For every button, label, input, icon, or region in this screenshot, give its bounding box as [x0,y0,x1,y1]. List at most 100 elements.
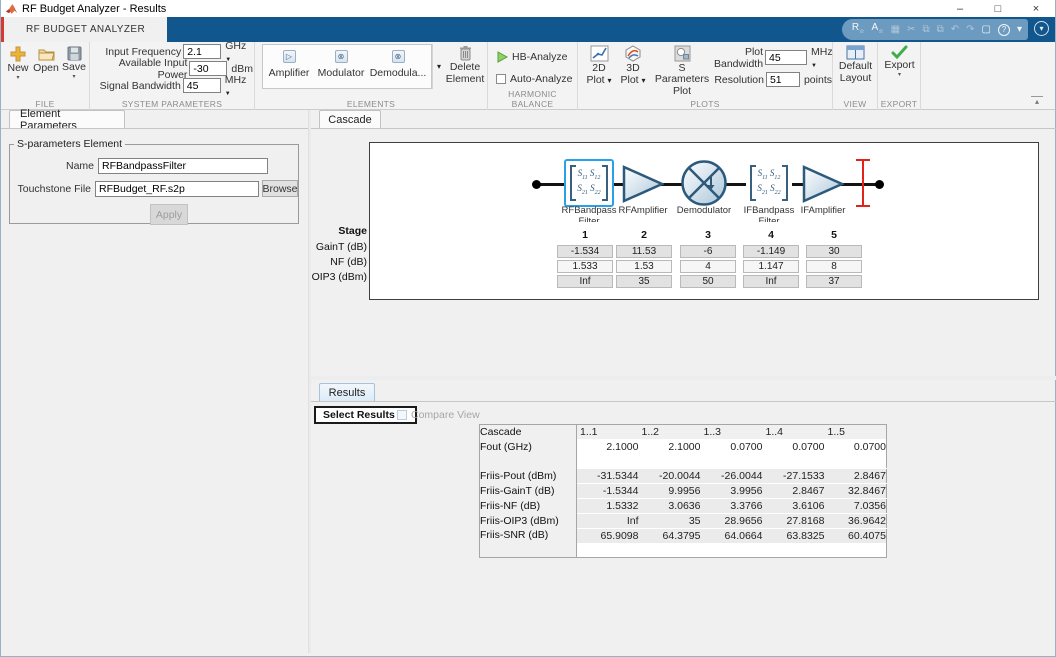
star-icon: ☆ [878,29,883,35]
open-button[interactable]: Open [33,46,59,74]
oip3-cell[interactable]: Inf [743,275,799,288]
paste-icon[interactable]: ⧉ [937,19,944,40]
element-rfamplifier[interactable] [622,164,664,204]
tab-rf-budget-analyzer[interactable]: RF BUDGET ANALYZER [4,17,167,42]
nf-cell[interactable]: 1.147 [743,260,799,273]
demodulator-icon: ⊗ [392,50,405,63]
open-folder-icon [38,46,55,62]
s-parameters-element-group: S-parameters Element Name Touchstone Fil… [9,138,299,224]
section-elements: ▷ Amplifier ⊗ Modulator ⊗ Demodula... ▾ [255,42,488,110]
collapse-ribbon-icon[interactable]: ▴ [1031,96,1043,106]
delete-element-button[interactable]: Delete Element [443,45,487,85]
toolbar-overflow-icon[interactable]: ▾ [1034,21,1049,36]
maximize-button[interactable]: □ [979,0,1017,17]
gain-cell[interactable]: -1.534 [557,245,613,258]
plot-bandwidth-field[interactable] [765,50,807,65]
nf-cell[interactable]: 4 [680,260,736,273]
nf-cell[interactable]: 8 [806,260,862,273]
element-parameters-panel: Element Parameters S-parameters Element … [1,110,308,653]
section-label-export: EXPORT [878,99,920,109]
modulator-button[interactable]: ⊗ Modulator [315,45,367,88]
oip3-cell[interactable]: 35 [616,275,672,288]
trash-icon [458,45,473,61]
table-row-friis-oip3: Friis-OIP3 (dBm) Inf 35 28.9656 27.8168 … [480,513,887,528]
default-layout-button[interactable]: Default Layout [836,45,875,84]
chevron-down-icon: ▾ [72,74,75,80]
redo-icon[interactable]: ↷ [966,19,974,40]
name-field[interactable] [98,158,268,174]
window-layout-icon[interactable]: ▢ [982,19,991,40]
close-button[interactable]: × [1017,0,1055,17]
oip3-cell[interactable]: 50 [680,275,736,288]
output-node [875,180,884,189]
minimize-button[interactable]: – [941,0,979,17]
resolution-field[interactable] [766,72,800,87]
element-ifamplifier[interactable] [802,164,844,204]
amplifier-button[interactable]: ▷ Amplifier [263,45,315,88]
table-row-friis-pout: Friis-Pout (dBm) -31.5344 -20.0044 -26.0… [480,469,887,484]
gain-cell[interactable]: -6 [680,245,736,258]
element-rfbandpassfilter[interactable]: S11 S12 S21 S22 [564,159,614,207]
plot-bandwidth-unit-dropdown[interactable]: MHz ▼ [811,46,833,70]
chevron-down-icon: ▾ [608,76,612,85]
input-frequency-unit-dropdown[interactable]: GHz ▼ [225,40,253,64]
new-button[interactable]: New ▾ [5,46,31,81]
signal-bandwidth-field[interactable] [183,78,221,93]
export-button[interactable]: Export ▾ [881,45,918,78]
2d-plot-button[interactable]: 2D Plot ▾ [584,45,614,86]
layout-grid-icon [846,45,865,60]
input-frequency-field[interactable] [183,44,221,59]
element-label: IFAmplifier [788,205,858,216]
3d-plot-button[interactable]: 3D Plot ▾ [618,45,648,86]
ribbon: New ▾ Open Save ▾ FILE [1,42,1055,110]
nf-cell[interactable]: 1.53 [616,260,672,273]
save-icon[interactable]: ▦ [891,19,900,40]
gain-cell[interactable]: 30 [806,245,862,258]
demodulator-button[interactable]: ⊗ Demodula... [367,45,429,88]
gain-cell[interactable]: 11.53 [616,245,672,258]
value-cell: 27.8168 [763,513,825,528]
results-panel: Results Select Results ▼ Compare View Ca… [311,380,1056,653]
signal-bandwidth-unit-dropdown[interactable]: MHz ▼ [225,74,253,98]
bracket-right [602,165,608,201]
value-cell: 35 [639,513,701,528]
section-file: New ▾ Open Save ▾ FILE [1,42,90,110]
tab-element-parameters[interactable]: Element Parameters [9,110,125,128]
element-ifbandpassfilter[interactable]: S11 S12 S21 S22 [746,159,792,207]
compare-view-checkbox[interactable]: Compare View [397,409,480,421]
tab-results[interactable]: Results [319,383,375,401]
copy-icon[interactable]: ⧉ [922,19,929,40]
touchstone-file-field[interactable] [95,181,259,197]
value-cell: 28.9656 [701,513,763,528]
stage-column-4: 4 -1.149 1.147 Inf [743,229,799,241]
save-button[interactable]: Save ▾ [61,46,87,80]
chevron-down-icon[interactable]: ▾ [1017,19,1022,40]
stage-column-2: 2 11.53 1.53 35 [616,229,672,241]
row-label-cell: Friis-SNR (dB) [480,528,577,543]
nf-cell[interactable]: 1.533 [557,260,613,273]
apply-button[interactable]: Apply [150,204,188,225]
element-demodulator[interactable] [680,159,728,207]
section-label-view: VIEW [833,99,877,109]
matlab-shortcut-icon[interactable]: R☆ [852,17,865,43]
help-icon[interactable]: ? [998,24,1010,36]
oip3-row-label: OIP3 (dBm) [311,271,367,283]
tab-cascade[interactable]: Cascade [319,110,381,128]
value-cell: 3.0636 [639,498,701,513]
hb-analyze-button[interactable]: HB-Analyze [496,49,567,64]
oip3-cell[interactable]: 37 [806,275,862,288]
oip3-cell[interactable]: Inf [557,275,613,288]
app-shortcut-icon[interactable]: A☆ [872,17,884,43]
browse-button[interactable]: Browse [262,180,298,197]
s-parameters-plot-button[interactable]: S Parameters Plot [652,45,712,97]
modulator-icon: ⊗ [335,50,348,63]
available-input-power-field[interactable] [189,61,227,76]
group-title: S-parameters Element [14,138,125,150]
gain-cell[interactable]: -1.149 [743,245,799,258]
value-cell: 1.5332 [577,498,639,513]
quick-access-toolbar: R☆ A☆ ▦ ✂ ⧉ ⧉ ↶ ↷ ▢ ? ▾ [842,19,1028,40]
output-marker [856,159,870,207]
cut-icon[interactable]: ✂ [907,19,915,40]
auto-analyze-checkbox[interactable]: Auto-Analyze [496,71,572,86]
undo-icon[interactable]: ↶ [951,19,959,40]
